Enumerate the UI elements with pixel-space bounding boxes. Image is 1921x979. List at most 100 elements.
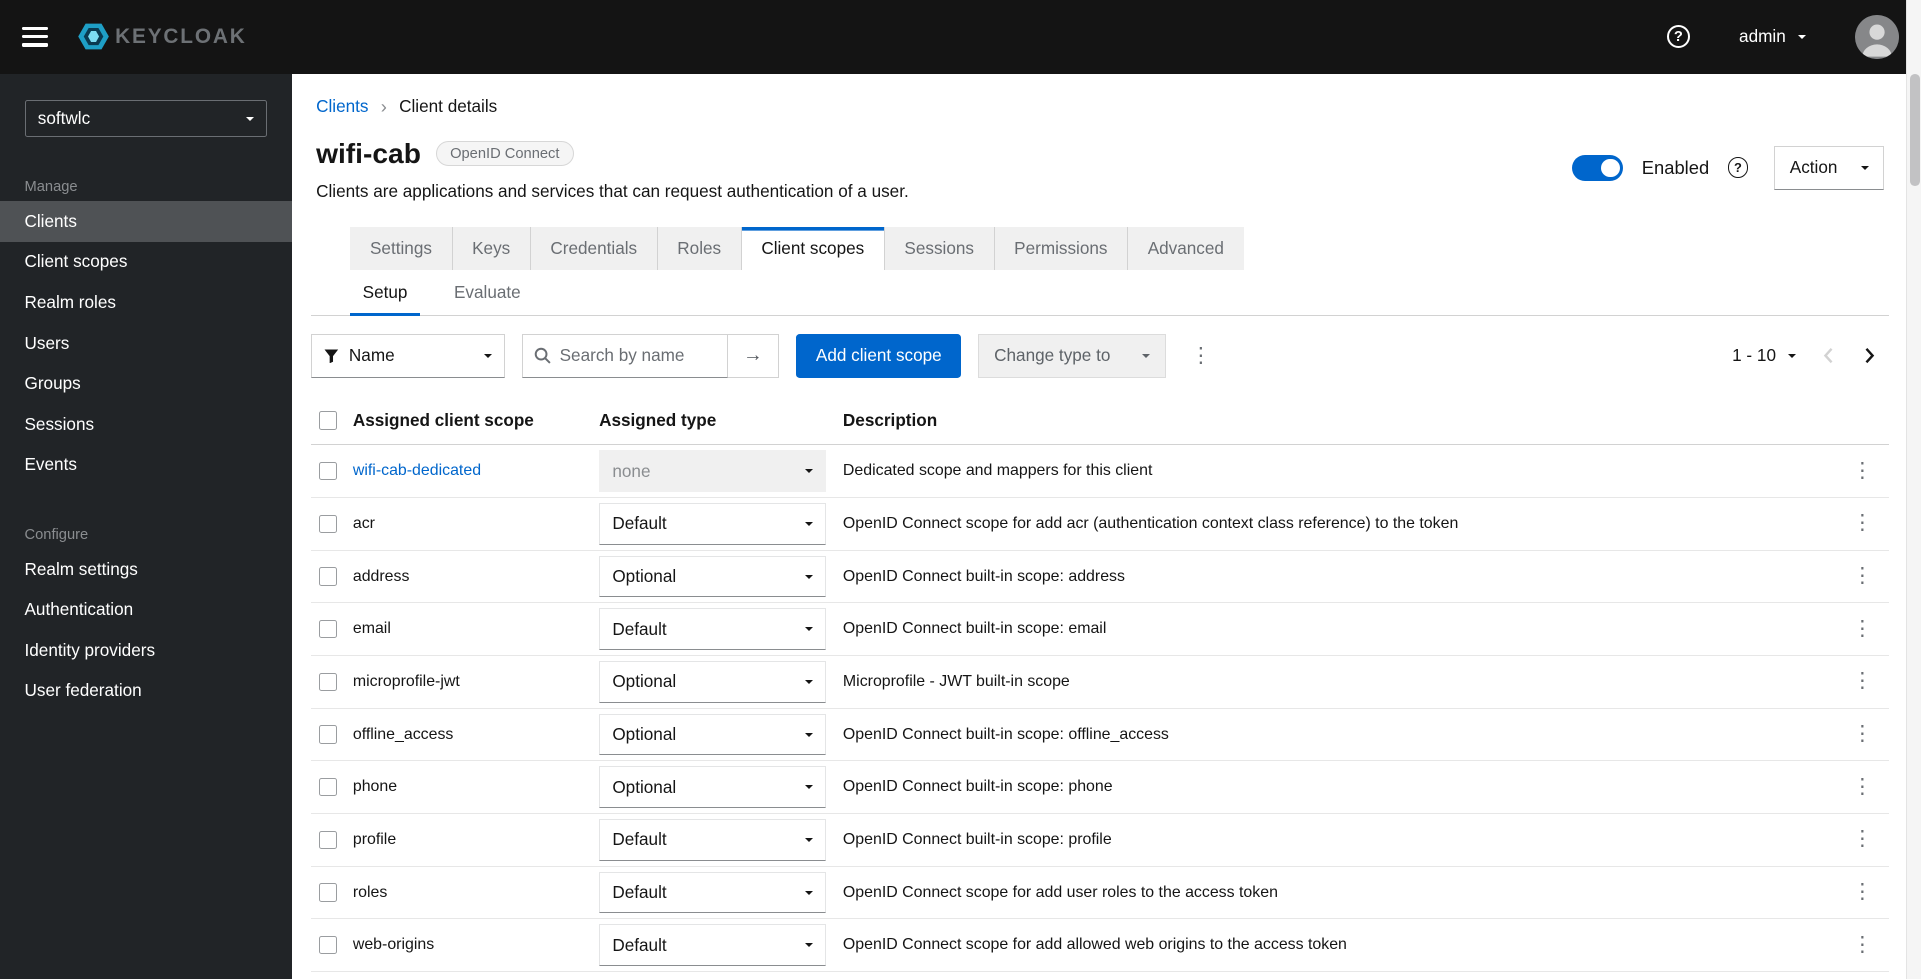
row-kebab-menu-icon[interactable]: ⋮	[1845, 930, 1881, 961]
scrollbar-thumb[interactable]	[1909, 73, 1920, 187]
assigned-type-cell: Optional	[599, 555, 843, 598]
row-kebab-menu-icon[interactable]: ⋮	[1845, 667, 1881, 698]
row-kebab-menu-icon[interactable]: ⋮	[1845, 561, 1881, 592]
tab-credentials[interactable]: Credentials	[530, 226, 658, 270]
scope-name[interactable]: wifi-cab-dedicated	[353, 462, 481, 479]
row-checkbox-cell	[311, 883, 353, 902]
tab-permissions[interactable]: Permissions	[994, 226, 1129, 270]
sidebar-item-groups[interactable]: Groups	[0, 363, 292, 404]
sidebar-item-realm-settings[interactable]: Realm settings	[0, 549, 292, 590]
sidebar-item-realm-roles[interactable]: Realm roles	[0, 282, 292, 323]
chevron-down-icon	[804, 627, 813, 632]
tab-roles[interactable]: Roles	[657, 226, 742, 270]
toolbar-kebab-menu-icon[interactable]: ⋮	[1183, 341, 1219, 372]
assigned-type-cell: none	[599, 450, 843, 492]
filter-type-select[interactable]: Name	[311, 333, 505, 378]
realm-selector[interactable]: softwlc	[24, 100, 268, 138]
sidebar-item-identity-providers[interactable]: Identity providers	[0, 630, 292, 671]
tab-advanced[interactable]: Advanced	[1128, 226, 1244, 270]
pagination-prev-button[interactable]	[1808, 341, 1848, 370]
search-submit-button[interactable]: →	[727, 333, 780, 378]
tab-client-scopes[interactable]: Client scopes	[741, 226, 885, 270]
realm-name: softwlc	[37, 108, 91, 129]
breadcrumb-clients-link[interactable]: Clients	[316, 96, 368, 117]
table-row: acr Default OpenID Connect scope for add…	[311, 498, 1890, 551]
pagination-range-dropdown[interactable]: 1 - 10	[1720, 345, 1809, 366]
sidebar-item-events[interactable]: Events	[0, 445, 292, 486]
row-checkbox[interactable]	[318, 514, 337, 534]
assigned-type-select[interactable]: Default	[599, 608, 826, 651]
assigned-type-cell: Default	[599, 608, 843, 651]
sidebar-item-user-federation[interactable]: User federation	[0, 671, 292, 712]
scope-name: address	[352, 567, 410, 585]
row-kebab-menu-icon[interactable]: ⋮	[1845, 719, 1881, 750]
row-checkbox-cell	[311, 672, 353, 692]
subtab-evaluate[interactable]: Evaluate	[442, 270, 533, 316]
scope-name-cell: microprofile-jwt	[353, 673, 599, 691]
row-actions-cell: ⋮	[1835, 772, 1889, 803]
masthead: KEYCLOAK ? admin	[0, 0, 1921, 74]
row-checkbox[interactable]	[318, 778, 337, 797]
row-checkbox[interactable]	[318, 725, 337, 744]
scope-description: Dedicated scope and mappers for this cli…	[842, 462, 1153, 480]
nav-toggle-hamburger-icon[interactable]	[22, 26, 48, 47]
change-type-dropdown[interactable]: Change type to	[978, 333, 1166, 378]
row-kebab-menu-icon[interactable]: ⋮	[1845, 509, 1881, 540]
row-kebab-menu-icon[interactable]: ⋮	[1845, 825, 1881, 856]
enabled-toggle[interactable]	[1571, 154, 1624, 181]
row-kebab-menu-icon[interactable]: ⋮	[1845, 614, 1881, 645]
row-kebab-menu-icon[interactable]: ⋮	[1845, 877, 1881, 908]
breadcrumb-current: Client details	[399, 96, 498, 117]
assigned-type-select[interactable]: Default	[599, 503, 826, 545]
row-checkbox[interactable]	[318, 883, 337, 902]
nav-section-title: Configure	[24, 526, 89, 543]
assigned-type-select[interactable]: Optional	[599, 766, 826, 809]
avatar[interactable]	[1854, 14, 1900, 59]
row-kebab-menu-icon[interactable]: ⋮	[1845, 772, 1881, 803]
assigned-type-select[interactable]: Optional	[599, 713, 826, 756]
chevron-down-icon	[1797, 34, 1806, 40]
subtab-setup[interactable]: Setup	[350, 270, 420, 316]
action-dropdown[interactable]: Action	[1774, 145, 1885, 190]
page-header: wifi-cab OpenID Connect Clients are appl…	[311, 137, 1889, 202]
column-header-description: Description	[842, 409, 938, 430]
user-menu-dropdown[interactable]: admin	[1739, 26, 1806, 47]
vertical-scrollbar[interactable]	[1906, 0, 1921, 979]
sidebar-item-users[interactable]: Users	[0, 323, 292, 364]
row-checkbox[interactable]	[318, 567, 337, 586]
scope-description: OpenID Connect built-in scope: phone	[842, 778, 1113, 796]
chevron-down-icon	[1142, 353, 1151, 359]
row-checkbox[interactable]	[318, 461, 337, 481]
assigned-type-cell: Default	[599, 503, 843, 545]
tab-keys[interactable]: Keys	[452, 226, 531, 270]
search-icon	[534, 347, 551, 364]
assigned-type-value: Default	[612, 618, 667, 639]
assigned-type-select[interactable]: Default	[599, 819, 826, 861]
sidebar-item-clients[interactable]: Clients	[0, 200, 292, 242]
sidebar-item-client-scopes[interactable]: Client scopes	[0, 242, 292, 283]
assigned-type-select[interactable]: Default	[599, 924, 826, 967]
row-checkbox[interactable]	[318, 830, 337, 850]
pagination-next-button[interactable]	[1849, 341, 1889, 370]
sidebar-item-authentication[interactable]: Authentication	[0, 589, 292, 630]
search-input[interactable]	[559, 345, 716, 367]
row-kebab-menu-icon[interactable]: ⋮	[1845, 456, 1881, 487]
breadcrumb: Clients › Client details	[311, 96, 1889, 118]
row-checkbox[interactable]	[318, 672, 337, 692]
assigned-type-select[interactable]: Optional	[599, 661, 826, 703]
tab-sessions[interactable]: Sessions	[884, 226, 995, 270]
row-checkbox[interactable]	[318, 936, 337, 955]
sidebar-item-sessions[interactable]: Sessions	[0, 404, 292, 445]
chevron-down-icon	[804, 574, 813, 579]
assigned-type-select[interactable]: Optional	[599, 555, 826, 598]
masthead-left: KEYCLOAK	[22, 20, 247, 53]
row-checkbox-cell	[311, 936, 353, 955]
add-client-scope-button[interactable]: Add client scope	[796, 333, 962, 378]
row-checkbox[interactable]	[318, 620, 337, 639]
help-icon[interactable]: ?	[1727, 157, 1749, 179]
tab-settings[interactable]: Settings	[350, 226, 453, 270]
select-all-checkbox[interactable]	[318, 411, 337, 430]
assigned-type-select[interactable]: Default	[599, 871, 826, 914]
help-icon[interactable]: ?	[1666, 25, 1691, 49]
table-row: roles Default OpenID Connect scope for a…	[311, 867, 1890, 920]
